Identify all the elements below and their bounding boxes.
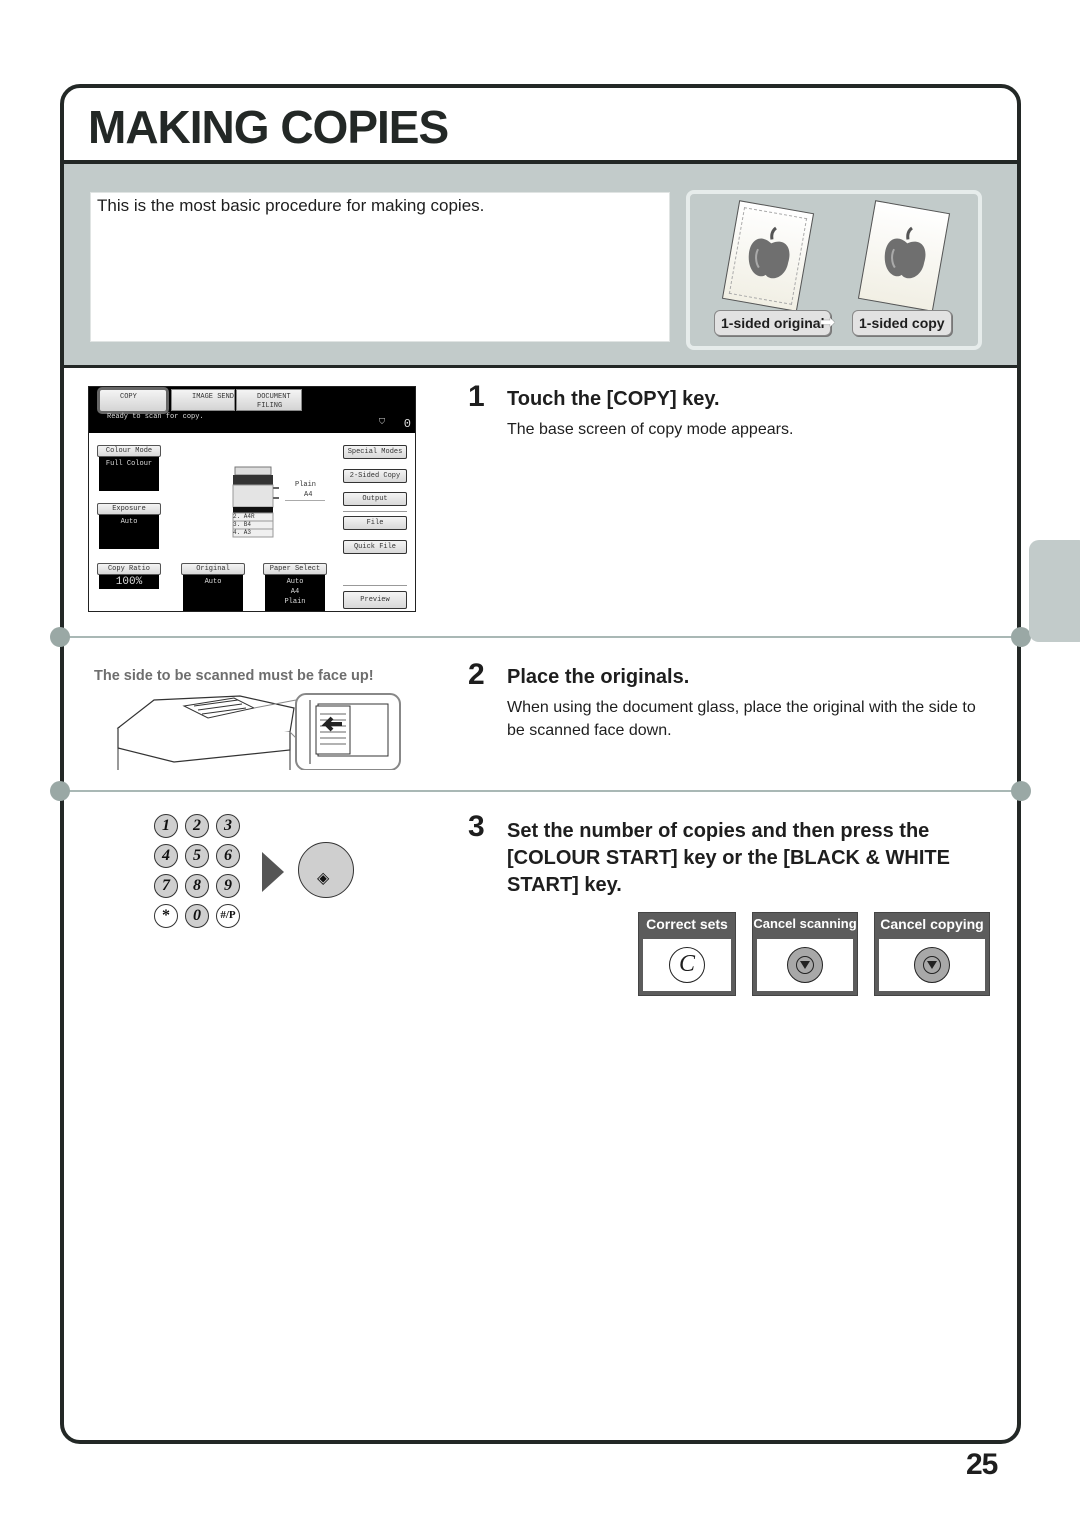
copier-touch-screen: COPY IMAGE SEND DOCUMENT FILING Ready to… [88,386,416,612]
arrow-right-icon [262,852,284,892]
section-divider [50,781,1031,801]
paper-select-type: Plain [284,598,306,606]
option-body [757,939,853,991]
key-2[interactable]: 2 [185,814,209,838]
step-1-number: 1 [468,380,485,413]
paper-line [285,500,325,501]
step-2-number: 2 [468,658,485,691]
output-button[interactable]: Output [343,492,407,506]
copy-paper-icon [857,200,951,312]
two-sided-copy-button[interactable]: 2-Sided Copy [343,469,407,483]
preview-button[interactable]: Preview [343,591,407,609]
colour-mode-value: Full Colour [99,457,159,491]
key-1[interactable]: 1 [154,814,178,838]
key-7[interactable]: 7 [154,874,178,898]
button-separator [343,585,407,586]
chapter-tab [1029,540,1080,642]
tray-list: 2. A4R 3. B4 4. A3 [233,513,255,537]
page-number: 25 [966,1448,998,1481]
page-title: MAKING COPIES [88,101,449,153]
original-value: Auto [183,575,243,611]
option-correct-sets: Correct sets C [638,912,736,996]
copy-ratio-value: 100% [99,575,159,589]
key-5[interactable]: 5 [185,844,209,868]
step-2-description: When using the document glass, place the… [507,699,976,739]
copy-label: 1-sided copy [852,310,952,336]
tray-item: 3. B4 [233,521,252,528]
intro-band: This is the most basic procedure for mak… [64,164,1017,368]
colour-mode-button[interactable]: Colour Mode [97,445,161,457]
key-8[interactable]: 8 [185,874,209,898]
divider-dot [1011,627,1031,647]
option-body: C [643,939,731,991]
tray-item: 4. A3 [233,529,252,536]
tab-image-send[interactable]: IMAGE SEND [171,389,235,411]
paper-select-value: Auto A4 Plain [265,575,325,611]
step-3-title: Set the number of copies and then press … [507,820,950,896]
tray-paper-type: Plain [295,481,317,489]
step-1-title: Touch the [COPY] key. [507,388,720,410]
tray-paper-size: A4 [304,491,313,499]
clear-key-icon[interactable]: C [669,947,705,983]
key-asterisk[interactable]: * [154,904,178,928]
copy-count: 0 [403,417,411,431]
intro-text: This is the most basic procedure for mak… [97,196,485,215]
option-label: Cancel scanning [753,916,857,931]
apple-icon [884,226,926,279]
option-label: Cancel copying [880,916,984,932]
quick-file-button[interactable]: Quick File [343,540,407,554]
section-divider [50,627,1031,647]
exposure-button[interactable]: Exposure [97,503,161,515]
tray-item: 2. A4R [233,513,255,520]
document-feeder-illustration [116,693,401,770]
paper-select-button[interactable]: Paper Select [263,563,327,575]
key-0[interactable]: 0 [185,904,209,928]
original-paper-icon [721,200,815,312]
exposure-value: Auto [99,515,159,549]
file-button[interactable]: File [343,516,407,530]
step-1-description: The base screen of copy mode appears. [507,421,794,438]
paper-select-size: A4 [290,588,300,596]
screen-status: Ready to scan for copy. [107,413,204,421]
title-area: MAKING COPIES [64,88,1017,164]
original-label: 1-sided original [714,310,832,336]
stop-key-icon[interactable] [787,947,823,983]
divider-dot [1011,781,1031,801]
face-up-note: The side to be scanned must be face up! [94,668,374,684]
original-button[interactable]: Original [181,563,245,575]
copy-mode-illustration: 1-sided original ➡ 1-sided copy [686,190,982,350]
tab-document-filing[interactable]: DOCUMENT FILING [236,389,302,411]
key-hash-p[interactable]: #/P [216,904,240,928]
stop-key-icon[interactable] [914,947,950,983]
output-tray-icon: ⛉ [379,418,385,427]
special-modes-button[interactable]: Special Modes [343,445,407,459]
option-cancel-scanning: Cancel scanning [752,912,858,996]
paper-select-mode: Auto [286,578,304,586]
key-3[interactable]: 3 [216,814,240,838]
step-2-title: Place the originals. [507,666,690,688]
button-separator [343,511,407,512]
apple-icon [748,226,790,279]
start-key[interactable]: ◈ [298,842,354,898]
divider-dot [50,781,70,801]
tab-copy[interactable]: COPY [97,387,169,414]
option-label: Correct sets [646,916,728,932]
start-diamond-icon: ◈ [317,870,330,887]
divider-dot [50,627,70,647]
option-cancel-copying: Cancel copying [874,912,990,996]
key-9[interactable]: 9 [216,874,240,898]
right-arrow-icon: ➡ [820,312,836,332]
page-frame: MAKING COPIES This is the most basic pro… [50,84,1031,1444]
option-body [879,939,985,991]
intro-box: This is the most basic procedure for mak… [90,192,670,342]
key-6[interactable]: 6 [216,844,240,868]
step-3-number: 3 [468,810,485,843]
key-4[interactable]: 4 [154,844,178,868]
copy-ratio-button[interactable]: Copy Ratio [97,563,161,575]
